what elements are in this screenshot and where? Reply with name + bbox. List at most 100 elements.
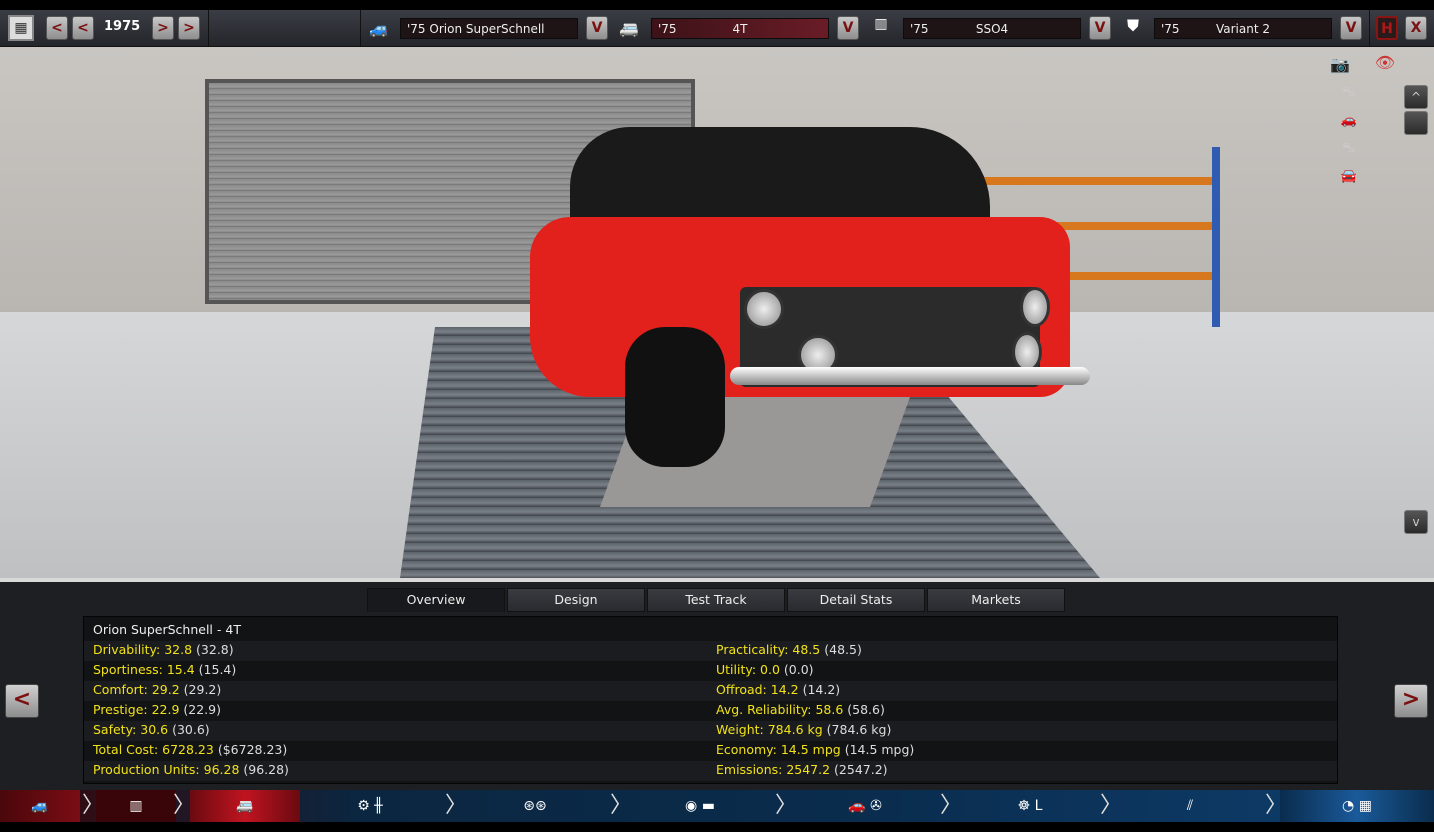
engine-dropdown-button[interactable]: V — [1089, 16, 1111, 40]
stat-label: Production Units: 96.28 — [93, 762, 240, 777]
scroll-up-button[interactable]: ^ — [1404, 85, 1428, 109]
stat-label: Emissions: 2547.2 — [716, 762, 831, 777]
tab-overview[interactable]: Overview — [367, 588, 505, 612]
prev-arrow-button[interactable]: < — [5, 684, 39, 718]
year-prev-fast-button[interactable]: < — [46, 16, 68, 40]
car-model-icon: 🚙 — [369, 19, 389, 38]
brake-seat-icon: ◉ ▬ — [685, 798, 715, 814]
engine-block-icon: ▥ — [129, 798, 143, 814]
gear-shifter-icon: ⚙ ╫ — [357, 798, 383, 814]
scroll-down-button[interactable]: v — [1404, 510, 1428, 534]
car-fan-icon: 🚗 ✇ — [848, 798, 882, 814]
step-chassis[interactable]: ⚙ ╫ — [300, 790, 440, 822]
year-next-button[interactable]: > — [152, 16, 174, 40]
stat-row: Weight: 784.6 kg (784.6 kg) — [716, 720, 891, 740]
step-body[interactable]: 🚐 — [190, 790, 300, 822]
stat-base-value: (22.9) — [183, 702, 221, 717]
overview-stats: Orion SuperSchnell - 4T Drivability: 32.… — [83, 616, 1338, 784]
stat-label: Avg. Reliability: 58.6 — [716, 702, 844, 717]
stat-row: Practicality: 48.5 (48.5) — [716, 640, 862, 660]
next-arrow-button[interactable]: > — [1394, 684, 1428, 718]
bottom-panel: Overview Design Test Track Detail Stats … — [0, 578, 1434, 790]
steering-wheel-icon: ☸ L — [1017, 798, 1043, 814]
stat-base-value: (48.5) — [824, 642, 862, 657]
trim-icon: 🚐 — [619, 19, 639, 38]
view-top-icon[interactable]: 🚘 — [1334, 169, 1364, 184]
close-button[interactable]: X — [1405, 16, 1427, 40]
stat-label: Prestige: 22.9 — [93, 702, 180, 717]
stat-base-value: (29.2) — [183, 682, 222, 697]
piston-icon: ⛊ — [1126, 16, 1139, 35]
design-step-nav: 🚙 〉 ▥ 〉 🚐 ⚙ ╫ 〉 ⊛⊛ 〉 ◉ ▬ 〉 🚗 ✇ 〉 ☸ L 〉 ⫽… — [0, 790, 1434, 822]
stat-row: Production Units: 96.28 (96.28) — [93, 760, 289, 780]
year-prev-button[interactable]: < — [72, 16, 94, 40]
tab-test-track[interactable]: Test Track — [647, 588, 785, 612]
stat-row: Utility: 0.0 (0.0) — [716, 660, 814, 680]
step-steering-seats[interactable]: ☸ L — [955, 790, 1105, 822]
stat-base-value: ($6728.23) — [217, 742, 288, 757]
stat-base-value: (2547.2) — [834, 762, 888, 777]
garage-3d-view[interactable] — [0, 47, 1434, 578]
trim-field[interactable]: '75 4T — [651, 18, 829, 39]
stat-base-value: (14.2) — [802, 682, 841, 697]
stat-row: Emissions: 2547.2 (2547.2) — [716, 760, 888, 780]
stat-base-value: (58.6) — [847, 702, 885, 717]
save-button[interactable]: H — [1376, 16, 1398, 40]
stat-row: Safety: 30.6 (30.6) — [93, 720, 210, 740]
step-model[interactable]: 🚙 — [0, 790, 80, 822]
engine-field[interactable]: '75 SSO4 — [903, 18, 1081, 39]
step-wheels[interactable]: ⊛⊛ — [460, 790, 610, 822]
stat-row: Sportiness: 15.4 (15.4) — [93, 660, 236, 680]
stat-row: Avg. Reliability: 58.6 (58.6) — [716, 700, 885, 720]
view-rear-icon[interactable]: ⛍ — [1334, 141, 1364, 158]
year-next-fast-button[interactable]: > — [178, 16, 200, 40]
camera-controls: 📷 👁 ^ v ⛍ 🚗 ⛍ 🚘 — [1330, 47, 1434, 537]
step-aero-cooling[interactable]: 🚗 ✇ — [790, 790, 940, 822]
calendar-icon[interactable]: ▦ — [8, 15, 34, 41]
stat-row: Economy: 14.5 mpg (14.5 mpg) — [716, 740, 914, 760]
stat-row: Offroad: 14.2 (14.2) — [716, 680, 840, 700]
trim-dropdown-button[interactable]: V — [837, 16, 859, 40]
stat-row: Drivability: 32.8 (32.8) — [93, 640, 234, 660]
stat-row: Comfort: 29.2 (29.2) — [93, 680, 221, 700]
stat-label: Practicality: 48.5 — [716, 642, 821, 657]
model-dropdown-button[interactable]: V — [586, 16, 608, 40]
stat-base-value: (30.6) — [172, 722, 210, 737]
stat-base-value: (784.6 kg) — [826, 722, 892, 737]
engine-icon: ▥ — [874, 16, 888, 32]
stat-base-value: (14.5 mpg) — [844, 742, 915, 757]
stat-base-value: (0.0) — [783, 662, 814, 677]
tab-detail-stats[interactable]: Detail Stats — [787, 588, 925, 612]
stat-base-value: (96.28) — [243, 762, 289, 777]
stat-row: Prestige: 22.9 (22.9) — [93, 700, 221, 720]
step-test-drive[interactable]: ◔ ▦ — [1280, 790, 1434, 822]
engine-variant-field[interactable]: '75 Variant 2 — [1154, 18, 1332, 39]
eye-icon[interactable]: 👁 — [1370, 53, 1400, 72]
scroll-thumb[interactable] — [1404, 111, 1428, 135]
car-side-icon: 🚙 — [31, 798, 49, 814]
stat-label: Weight: 784.6 kg — [716, 722, 823, 737]
stat-label: Utility: 0.0 — [716, 662, 780, 677]
camera-icon[interactable]: 📷 — [1320, 55, 1360, 74]
step-suspension[interactable]: ⫽ — [1115, 790, 1265, 822]
stat-base-value: (15.4) — [198, 662, 237, 677]
year-label: 1975 — [104, 19, 141, 34]
tab-design[interactable]: Design — [507, 588, 645, 612]
wheels-icon: ⊛⊛ — [523, 798, 547, 814]
model-field[interactable]: '75 Orion SuperSchnell — [400, 18, 578, 39]
engine-variant-dropdown-button[interactable]: V — [1340, 16, 1362, 40]
car-title: Orion SuperSchnell - 4T — [93, 622, 241, 637]
stat-label: Offroad: 14.2 — [716, 682, 799, 697]
tab-markets[interactable]: Markets — [927, 588, 1065, 612]
stat-base-value: (32.8) — [196, 642, 234, 657]
view-side-icon[interactable]: 🚗 — [1334, 113, 1364, 128]
view-front-icon[interactable]: ⛍ — [1334, 85, 1364, 102]
stat-label: Economy: 14.5 mpg — [716, 742, 841, 757]
stat-label: Total Cost: 6728.23 — [93, 742, 214, 757]
stat-label: Drivability: 32.8 — [93, 642, 193, 657]
car-model[interactable] — [530, 127, 1090, 467]
step-brakes-interior[interactable]: ◉ ▬ — [625, 790, 775, 822]
stat-label: Safety: 30.6 — [93, 722, 169, 737]
step-engine[interactable]: ▥ — [96, 790, 176, 822]
van-icon: 🚐 — [236, 798, 254, 814]
